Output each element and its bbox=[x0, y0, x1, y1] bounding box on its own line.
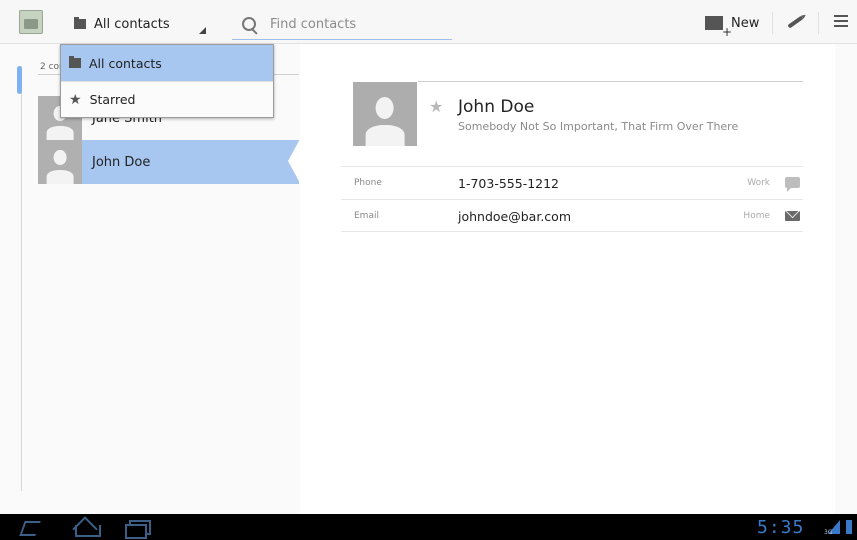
avatar bbox=[38, 140, 82, 185]
menu-icon-line bbox=[834, 25, 848, 27]
field-type: Home bbox=[743, 211, 770, 221]
search-placeholder: Find contacts bbox=[270, 17, 357, 32]
person-icon bbox=[45, 148, 76, 185]
phone-number: 1-703-555-1212 bbox=[458, 176, 560, 191]
dropdown-item-label: All contacts bbox=[89, 55, 162, 71]
field-type: Work bbox=[747, 178, 770, 188]
system-bar: 5:35 3G bbox=[0, 514, 857, 540]
contact-filter-spinner[interactable]: All contacts bbox=[64, 8, 214, 40]
contact-display-name: John Doe bbox=[458, 97, 535, 117]
add-contact-icon bbox=[705, 16, 732, 39]
phone-row[interactable]: Phone 1-703-555-1212 Work bbox=[341, 166, 803, 199]
contacts-group-icon bbox=[69, 56, 81, 68]
search-field[interactable]: Find contacts bbox=[232, 10, 452, 40]
edit-contact-button[interactable] bbox=[783, 10, 807, 34]
contacts-app-icon[interactable] bbox=[19, 10, 43, 34]
new-contact-label: New bbox=[731, 15, 760, 31]
favorite-star-icon[interactable]: ★ bbox=[429, 97, 443, 116]
detail-pane-margin bbox=[835, 44, 857, 514]
field-label: Email bbox=[354, 211, 379, 221]
battery-icon bbox=[846, 520, 852, 534]
home-icon[interactable] bbox=[72, 518, 101, 537]
dropdown-item-all-contacts[interactable]: All contacts bbox=[61, 45, 273, 81]
pencil-icon bbox=[787, 15, 804, 29]
selection-pointer bbox=[288, 139, 300, 183]
dropdown-item-starred[interactable]: ★ Starred bbox=[61, 81, 273, 117]
new-contact-button[interactable]: New bbox=[705, 8, 769, 39]
mail-icon[interactable] bbox=[785, 211, 800, 221]
filter-spinner-label: All contacts bbox=[94, 16, 170, 32]
dropdown-item-label: Starred bbox=[89, 92, 136, 107]
email-row[interactable]: Email johndoe@bar.com Home bbox=[341, 199, 803, 232]
spinner-caret-icon bbox=[199, 27, 206, 34]
fast-scroll-thumb[interactable] bbox=[17, 66, 22, 94]
contacts-group-icon bbox=[74, 17, 86, 29]
scroll-track bbox=[21, 66, 22, 491]
person-icon bbox=[363, 94, 408, 147]
contact-organization: Somebody Not So Important, That Firm Ove… bbox=[458, 120, 739, 133]
recent-apps-icon[interactable] bbox=[125, 520, 151, 539]
menu-icon bbox=[834, 15, 848, 17]
action-divider bbox=[818, 12, 819, 34]
sms-icon[interactable] bbox=[785, 177, 800, 192]
contact-row-john-doe[interactable]: John Doe bbox=[38, 140, 299, 185]
action-divider bbox=[772, 12, 773, 34]
menu-icon-line bbox=[834, 20, 848, 22]
action-bar: All contacts Find contacts New bbox=[0, 0, 857, 44]
back-icon[interactable] bbox=[20, 520, 44, 534]
detail-header-divider bbox=[418, 81, 803, 82]
search-icon bbox=[242, 16, 258, 33]
status-clock[interactable]: 5:35 bbox=[757, 517, 804, 538]
filter-dropdown: All contacts ★ Starred bbox=[60, 44, 274, 118]
email-address: johndoe@bar.com bbox=[458, 209, 571, 224]
detail-photo[interactable] bbox=[353, 82, 417, 147]
star-icon: ★ bbox=[69, 91, 82, 108]
overflow-menu-button[interactable] bbox=[834, 15, 850, 31]
contact-name: John Doe bbox=[92, 154, 151, 170]
field-label: Phone bbox=[354, 178, 382, 188]
network-type-label: 3G bbox=[824, 529, 833, 536]
